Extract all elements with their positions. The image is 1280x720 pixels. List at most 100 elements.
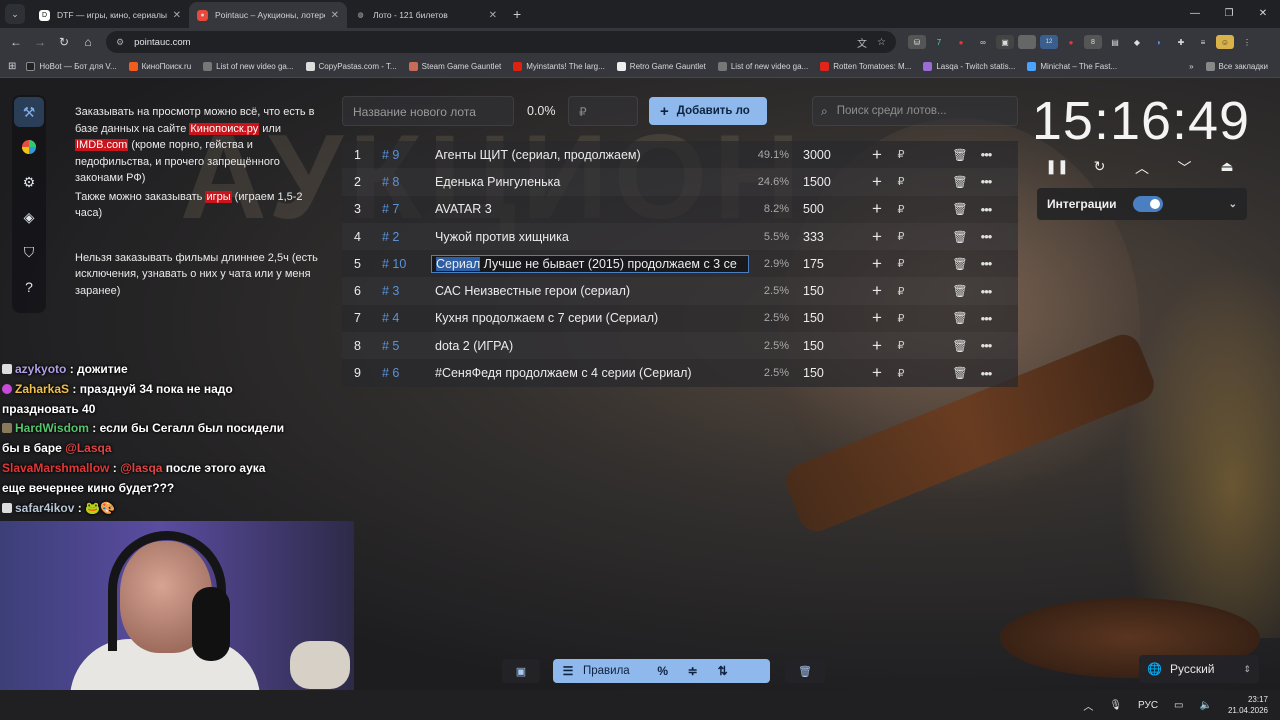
bookmarks-overflow-button[interactable]: »: [1189, 62, 1193, 71]
lot-row[interactable]: 2 # 8 Еденька Рингуленька 24.6% 1500 + ₽ 🗑 •••: [342, 168, 1018, 196]
ruble-icon[interactable]: ₽: [889, 312, 913, 325]
bookmark-item[interactable]: Rotten Tomatoes: M...: [820, 62, 911, 71]
more-dots-icon[interactable]: •••: [973, 366, 999, 381]
lot-name[interactable]: AVATAR 3: [431, 201, 749, 217]
lot-amount[interactable]: 150: [789, 366, 859, 380]
keyboard-layout[interactable]: РУС: [1138, 700, 1158, 711]
shield-icon[interactable]: ⛉: [14, 237, 44, 267]
more-dots-icon[interactable]: •••: [973, 229, 999, 244]
lot-id[interactable]: # 3: [382, 284, 431, 298]
lot-amount[interactable]: 1500: [789, 175, 859, 189]
extension-icon[interactable]: ◆: [1128, 35, 1146, 49]
trash-icon[interactable]: 🗑: [947, 284, 973, 298]
add-amount-icon[interactable]: +: [865, 199, 889, 219]
integrations-toggle[interactable]: [1132, 196, 1163, 212]
auction-hammer-icon[interactable]: ⚒: [14, 97, 44, 127]
more-dots-icon[interactable]: •••: [973, 338, 999, 353]
extension-icon[interactable]: ●: [952, 35, 970, 49]
bookmark-item[interactable]: Myinstants! The larg...: [513, 62, 605, 71]
close-icon[interactable]: ✕: [173, 10, 181, 21]
help-icon[interactable]: ?: [14, 272, 44, 302]
site-info-icon[interactable]: ⚙: [116, 37, 124, 48]
lot-row[interactable]: 3 # 7 AVATAR 3 8.2% 500 + ₽ 🗑 •••: [342, 195, 1018, 223]
bookmark-item[interactable]: КиноПоиск.ru: [128, 62, 191, 71]
chevron-down-icon[interactable]: ⌄: [1229, 199, 1237, 210]
trash-icon[interactable]: 🗑: [947, 257, 973, 271]
add-amount-icon[interactable]: +: [865, 254, 889, 274]
lot-row[interactable]: 8 # 5 dota 2 (ИГРА) 2.5% 150 + ₽ 🗑 •••: [342, 332, 1018, 360]
lot-name[interactable]: #СеняФедя продолжаем с 4 серии (Сериал): [431, 365, 749, 381]
more-dots-icon[interactable]: •••: [973, 202, 999, 217]
wheel-chart-icon[interactable]: [14, 132, 44, 162]
lot-id[interactable]: # 9: [382, 148, 431, 162]
new-lot-amount-input[interactable]: ₽: [568, 96, 638, 126]
more-dots-icon[interactable]: •••: [973, 284, 999, 299]
extension-icon[interactable]: ⛁: [908, 35, 926, 49]
ruble-icon[interactable]: ₽: [889, 230, 913, 243]
ruble-icon[interactable]: ₽: [889, 339, 913, 352]
eject-button[interactable]: ⏏: [1212, 158, 1242, 178]
extension-icon[interactable]: 7: [930, 35, 948, 49]
add-lot-button[interactable]: + Добавить ло: [649, 97, 767, 125]
bookmark-item[interactable]: CopyPastas.com - T...: [305, 62, 397, 71]
trash-icon[interactable]: 🗑: [947, 339, 973, 353]
ruble-icon[interactable]: ₽: [889, 203, 913, 216]
more-dots-icon[interactable]: •••: [973, 147, 999, 162]
lot-row[interactable]: 9 # 6 #СеняФедя продолжаем с 4 серии (Сер…: [342, 359, 1018, 387]
lot-name[interactable]: Агенты ЩИТ (сериал, продолжаем): [431, 147, 749, 163]
close-icon[interactable]: ✕: [489, 10, 497, 21]
lot-amount[interactable]: 175: [789, 257, 859, 271]
tab-search-button[interactable]: ⌄: [5, 4, 25, 24]
lot-row[interactable]: 4 # 2 Чужой против хищника 5.5% 333 + ₽ 🗑 •••: [342, 222, 1018, 251]
lot-id[interactable]: # 10: [382, 257, 431, 271]
menu-dots-icon[interactable]: ⋮: [1238, 35, 1256, 49]
lot-row[interactable]: 7 # 4 Кухня продолжаем с 7 серии (Сериал) 2…: [342, 304, 1018, 333]
lot-name[interactable]: Кухня продолжаем с 7 серии (Сериал): [431, 310, 749, 326]
bookmark-item[interactable]: List of new video ga...: [203, 62, 294, 71]
lot-id[interactable]: # 2: [382, 230, 431, 244]
kinopoisk-link[interactable]: Кинопоиск.ру: [189, 122, 260, 135]
extension-icon[interactable]: ▤: [1106, 35, 1124, 49]
tab-pointauc[interactable]: ● Pointauc – Аукционы, лотереи ✕: [189, 2, 347, 28]
forward-button[interactable]: →: [28, 35, 52, 49]
add-amount-icon[interactable]: +: [865, 172, 889, 192]
add-amount-icon[interactable]: +: [865, 363, 889, 383]
close-window-button[interactable]: ✕: [1246, 0, 1280, 28]
new-tab-button[interactable]: +: [513, 6, 521, 22]
profile-avatar[interactable]: ☺: [1216, 35, 1234, 49]
more-dots-icon[interactable]: •••: [973, 311, 999, 326]
pause-button[interactable]: ❚❚: [1042, 158, 1072, 178]
gear-icon[interactable]: ⚙: [14, 167, 44, 197]
bookmark-item[interactable]: Steam Game Gauntlet: [408, 62, 501, 71]
lot-id[interactable]: # 5: [382, 339, 431, 353]
bookmark-item[interactable]: List of new video ga...: [717, 62, 808, 71]
microphone-icon[interactable]: 🎙: [1109, 700, 1122, 711]
network-icon[interactable]: ▭: [1174, 700, 1183, 711]
tray-overflow-icon[interactable]: ︿: [1083, 698, 1093, 713]
add-amount-icon[interactable]: +: [865, 308, 889, 328]
extensions-puzzle-icon[interactable]: ✚: [1172, 35, 1190, 49]
add-amount-icon[interactable]: +: [865, 281, 889, 301]
percent-toggle-button[interactable]: %: [648, 664, 678, 678]
increase-time-button[interactable]: ︿: [1127, 158, 1157, 178]
home-button[interactable]: ⌂: [76, 35, 100, 49]
lot-id[interactable]: # 4: [382, 311, 431, 325]
ruble-icon[interactable]: ₽: [889, 175, 913, 188]
apps-grid-icon[interactable]: ⊞: [8, 61, 16, 72]
back-button[interactable]: ←: [4, 35, 28, 49]
translate-icon[interactable]: 文: [857, 35, 867, 50]
reset-timer-button[interactable]: ↻: [1085, 158, 1115, 178]
extension-badge-icon[interactable]: 8: [1084, 35, 1102, 49]
lot-amount[interactable]: 150: [789, 339, 859, 353]
bookmark-item[interactable]: Lasqa - Twitch statis...: [923, 62, 1015, 71]
reload-button[interactable]: ↻: [52, 35, 76, 49]
decrease-time-button[interactable]: ﹀: [1170, 158, 1200, 178]
lot-amount[interactable]: 333: [789, 230, 859, 244]
extension-icon[interactable]: ▣: [996, 35, 1014, 49]
tab-dtf[interactable]: D DTF — игры, кино, сериалы, р ✕: [31, 2, 189, 28]
lot-amount[interactable]: 150: [789, 311, 859, 325]
more-dots-icon[interactable]: •••: [973, 256, 999, 271]
extension-icon[interactable]: [1018, 35, 1036, 49]
add-amount-icon[interactable]: +: [865, 227, 889, 247]
address-bar[interactable]: ⚙ pointauc.com 文 ☆: [106, 31, 896, 53]
